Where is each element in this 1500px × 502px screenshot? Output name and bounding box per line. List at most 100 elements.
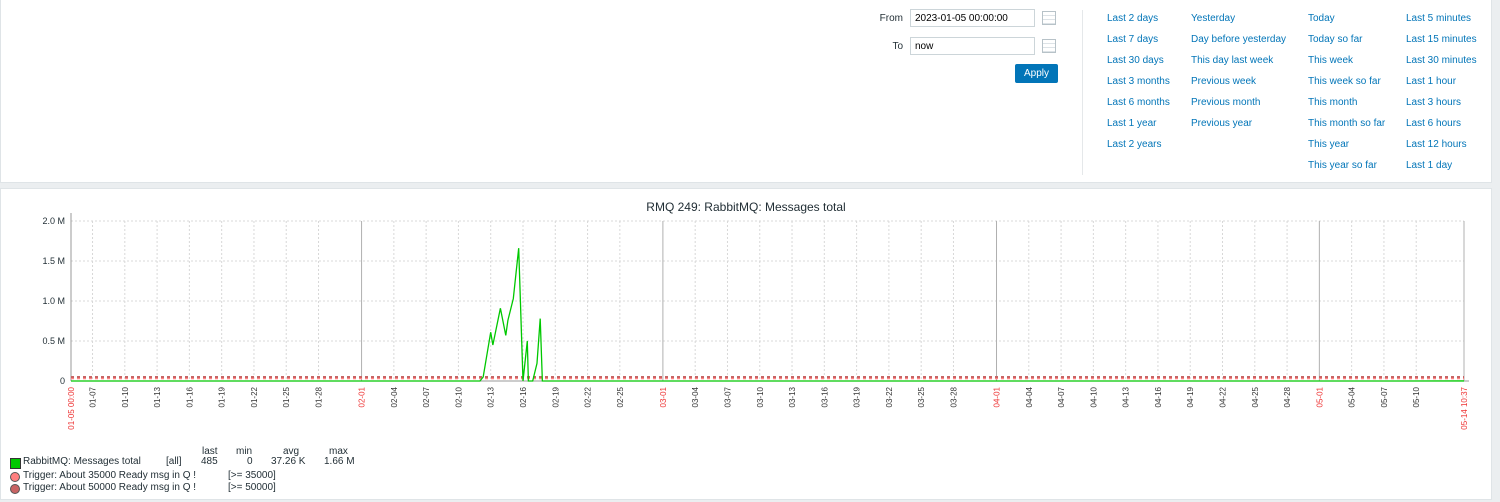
legend-item-func: [all] xyxy=(166,456,182,467)
x-tick-label: 04-25 xyxy=(1251,386,1260,407)
quick-range-link[interactable]: Last 7 days xyxy=(1107,34,1170,55)
x-tick-label: 04-16 xyxy=(1154,386,1163,407)
x-tick-label: 03-28 xyxy=(949,386,958,407)
quick-range-link[interactable]: Today xyxy=(1308,13,1385,34)
to-calendar-icon[interactable] xyxy=(1042,39,1056,53)
legend-item-max: 1.66 M xyxy=(324,456,355,467)
quick-range-link[interactable]: This month xyxy=(1308,97,1385,118)
trigger-1-text: Trigger: About 35000 Ready msg in Q ! xyxy=(23,470,197,481)
legend-item-last: 485 xyxy=(201,456,218,467)
quick-range-link[interactable]: Previous year xyxy=(1191,118,1286,139)
x-tick-label: 04-28 xyxy=(1283,386,1292,407)
to-label: To xyxy=(892,41,903,52)
legend-item-avg: 37.26 K xyxy=(271,456,306,467)
x-tick-label: 02-07 xyxy=(422,386,431,407)
x-tick-label: 02-04 xyxy=(390,386,399,407)
quick-range-link[interactable]: Last 30 days xyxy=(1107,55,1170,76)
quick-range-link[interactable]: Last 3 hours xyxy=(1406,97,1477,118)
x-tick-label: 01-22 xyxy=(250,386,259,407)
x-tick-label: 03-16 xyxy=(820,386,829,407)
quick-range-link[interactable]: Last 5 minutes xyxy=(1406,13,1477,34)
quick-range-link[interactable]: This week xyxy=(1308,55,1385,76)
quick-range-link[interactable]: This year xyxy=(1308,139,1385,160)
x-tick-label: 02-25 xyxy=(616,386,625,407)
x-tick-label: 03-10 xyxy=(756,386,765,407)
x-tick-label: 02-10 xyxy=(454,386,463,407)
time-filter-panel: From To Apply Last 2 daysLast 7 daysLast… xyxy=(0,0,1492,183)
trigger-icon xyxy=(10,484,20,494)
legend-item-min: 0 xyxy=(247,456,253,467)
quick-range-column: Today Today so far This week This week so f… xyxy=(1308,13,1385,181)
y-tick-label: 2.0 M xyxy=(42,216,65,226)
y-tick-label: 0.5 M xyxy=(42,336,65,346)
quick-range-link[interactable]: This day last week xyxy=(1191,55,1286,76)
x-tick-label: 05-14 10:37 xyxy=(1460,386,1469,429)
x-tick-label: 04-07 xyxy=(1057,386,1066,407)
quick-range-link[interactable]: Last 15 minutes xyxy=(1406,34,1477,55)
x-tick-label: 03-07 xyxy=(723,386,732,407)
series-color-swatch xyxy=(10,458,21,469)
quick-range-link[interactable]: Last 2 days xyxy=(1107,13,1170,34)
x-tick-label: 02-16 xyxy=(519,386,528,407)
x-tick-label: 01-13 xyxy=(153,386,162,407)
x-tick-label: 05-01 xyxy=(1315,386,1324,407)
trigger-2-cond: [>= 50000] xyxy=(228,482,276,493)
quick-range-column: Last 5 minutes Last 15 minutes Last 30 min… xyxy=(1406,13,1477,181)
x-tick-label: 01-10 xyxy=(121,386,130,407)
x-tick-label: 01-25 xyxy=(282,386,291,407)
apply-button[interactable]: Apply xyxy=(1015,64,1058,83)
quick-range-column: Last 2 days Last 7 days Last 30 days Last 3… xyxy=(1107,13,1170,160)
x-tick-label: 04-19 xyxy=(1186,386,1195,407)
x-tick-label: 01-19 xyxy=(218,386,227,407)
to-input[interactable] xyxy=(910,37,1035,55)
y-tick-label: 1.0 M xyxy=(42,296,65,306)
trigger-1-cond: [>= 35000] xyxy=(228,470,276,481)
from-calendar-icon[interactable] xyxy=(1042,11,1056,25)
graph-panel: RMQ 249: RabbitMQ: Messages total 0 0.5 M 1… xyxy=(0,188,1492,500)
chart: RMQ 249: RabbitMQ: Messages total 0 0.5 M 1… xyxy=(42,200,1469,430)
x-tick-label: 05-07 xyxy=(1380,386,1389,407)
trigger-2-text: Trigger: About 50000 Ready msg in Q ! xyxy=(23,482,197,493)
x-tick-label: 03-19 xyxy=(853,386,862,407)
x-tick-label: 04-01 xyxy=(993,386,1002,407)
quick-range-link[interactable]: Yesterday xyxy=(1191,13,1286,34)
x-tick-label: 01-16 xyxy=(185,386,194,407)
quick-range-link[interactable]: Last 2 years xyxy=(1107,139,1170,160)
quick-range-link[interactable]: Last 1 hour xyxy=(1406,76,1477,97)
quick-range-link[interactable]: This month so far xyxy=(1308,118,1385,139)
quick-range-link[interactable]: This year so far xyxy=(1308,160,1385,181)
legend-item-name: RabbitMQ: Messages total xyxy=(23,456,141,467)
quick-range-link[interactable]: Previous month xyxy=(1191,97,1286,118)
x-tick-label: 02-13 xyxy=(487,386,496,407)
quick-range-link[interactable]: Last 6 hours xyxy=(1406,118,1477,139)
from-label: From xyxy=(879,13,903,24)
x-tick-label: 03-22 xyxy=(885,386,894,407)
quick-range-link[interactable]: Today so far xyxy=(1308,34,1385,55)
x-tick-label: 01-05 00:00 xyxy=(67,386,76,429)
x-tick-label: 04-13 xyxy=(1122,386,1131,407)
from-input[interactable] xyxy=(910,9,1035,27)
x-tick-label: 03-25 xyxy=(917,386,926,407)
x-tick-label: 01-07 xyxy=(89,386,98,407)
quick-range-link[interactable]: Last 6 months xyxy=(1107,97,1170,118)
x-tick-label: 04-22 xyxy=(1219,386,1228,407)
x-tick-label: 01-28 xyxy=(315,386,324,407)
x-tick-label: 03-13 xyxy=(788,386,797,407)
quick-range-link[interactable]: Last 1 day xyxy=(1406,160,1477,181)
x-tick-label: 04-04 xyxy=(1025,386,1034,407)
x-tick-label: 03-01 xyxy=(659,386,668,407)
quick-range-link[interactable]: Previous week xyxy=(1191,76,1286,97)
x-tick-label: 02-19 xyxy=(551,386,560,407)
quick-range-link[interactable]: Day before yesterday xyxy=(1191,34,1286,55)
chart-title: RMQ 249: RabbitMQ: Messages total xyxy=(646,200,845,214)
trigger-icon xyxy=(10,472,20,482)
y-tick-label: 1.5 M xyxy=(42,256,65,266)
quick-range-link[interactable]: Last 30 minutes xyxy=(1406,55,1477,76)
divider xyxy=(1082,10,1083,175)
x-tick-label: 03-04 xyxy=(691,386,700,407)
x-tick-label: 02-22 xyxy=(584,386,593,407)
quick-range-link[interactable]: Last 1 year xyxy=(1107,118,1170,139)
quick-range-link[interactable]: Last 12 hours xyxy=(1406,139,1477,160)
quick-range-link[interactable]: Last 3 months xyxy=(1107,76,1170,97)
quick-range-link[interactable]: This week so far xyxy=(1308,76,1385,97)
